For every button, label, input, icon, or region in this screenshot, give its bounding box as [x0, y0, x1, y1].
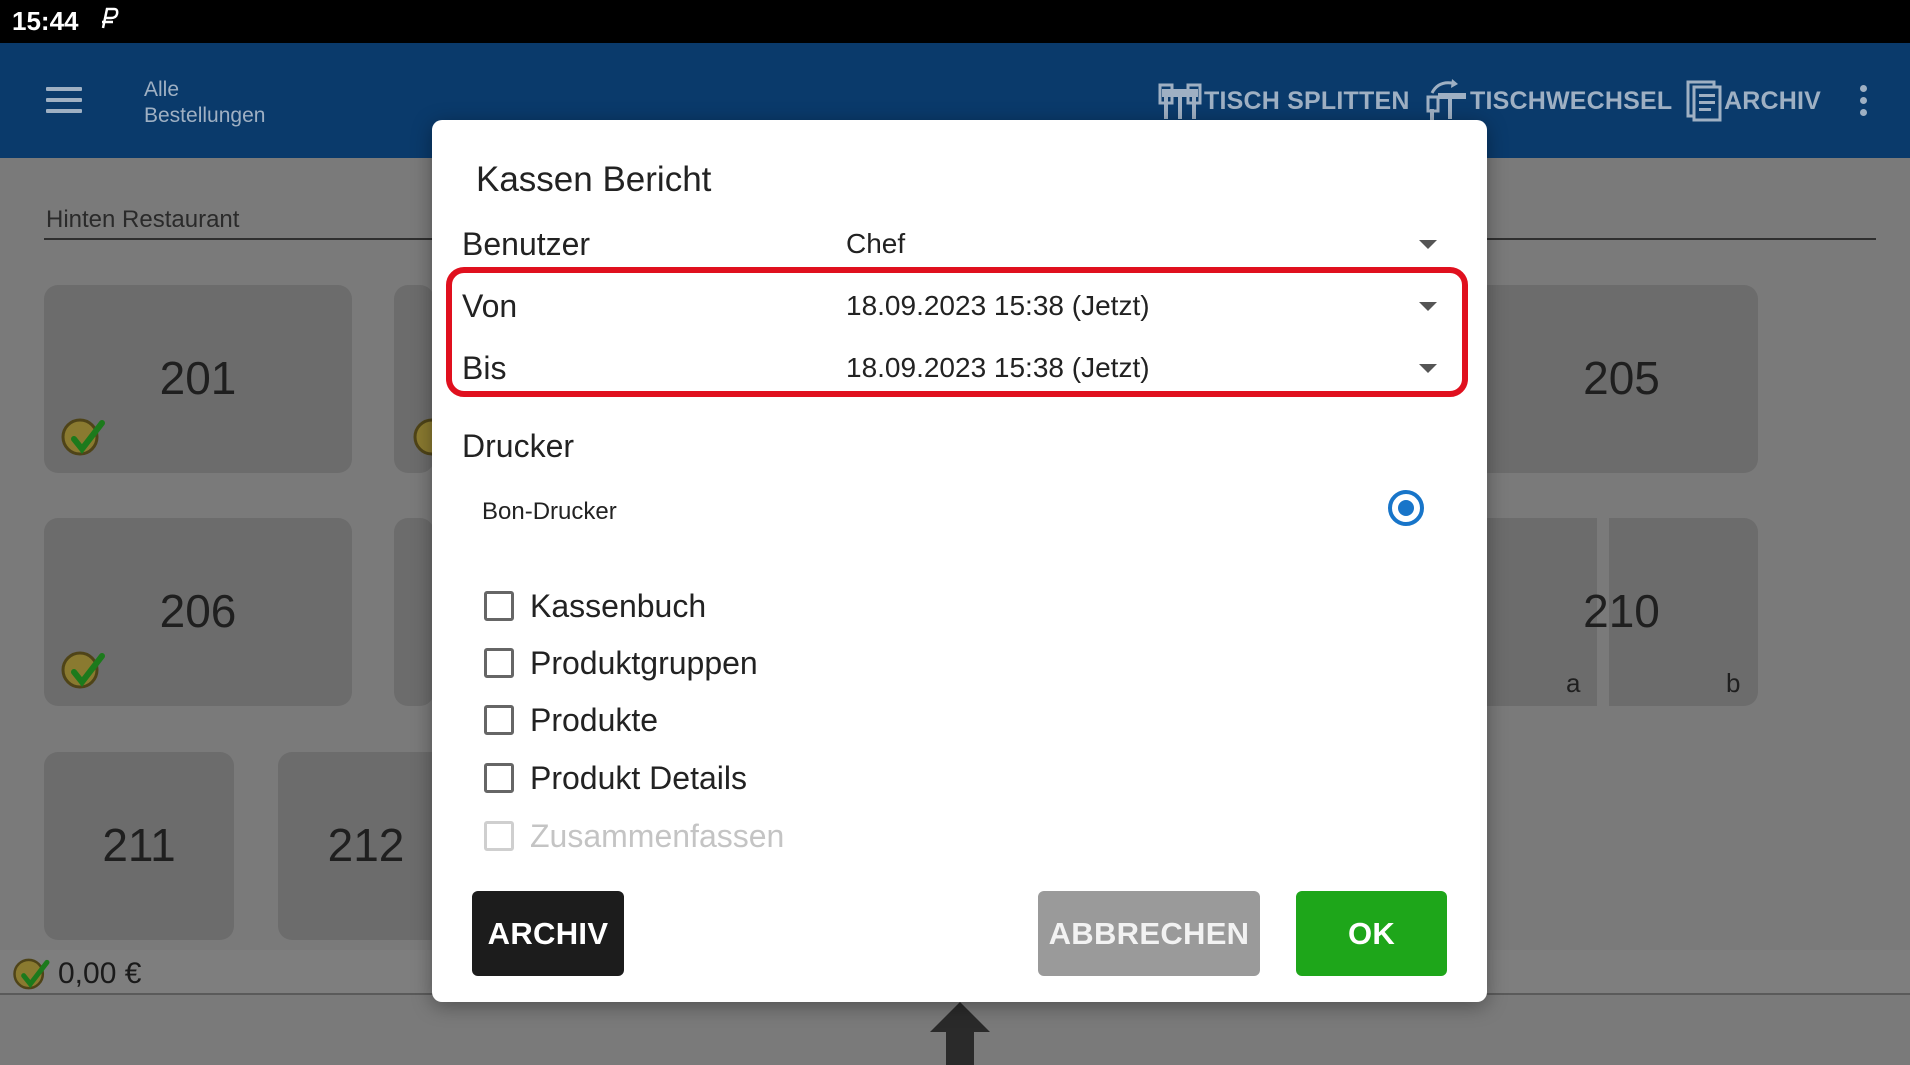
table-tile-201[interactable]: 201	[44, 285, 352, 473]
checkbox-kassenbuch[interactable]: Kassenbuch	[484, 586, 706, 626]
checkbox-produkt-details[interactable]: Produkt Details	[484, 758, 747, 798]
printer-radio[interactable]	[1388, 490, 1424, 526]
user-label: Benutzer	[462, 226, 591, 262]
checkbox-zusammenfassen: Zusammenfassen	[484, 816, 784, 856]
table-tile-212[interactable]: 212	[278, 752, 434, 940]
table-number: 206	[159, 585, 237, 637]
checkbox-box[interactable]	[484, 591, 514, 621]
area-label: Hinten Restaurant	[46, 206, 240, 233]
checkbox-box[interactable]	[484, 648, 514, 678]
overflow-menu-icon[interactable]	[1860, 85, 1870, 119]
user-value: Chef	[846, 228, 906, 259]
checkbox-box[interactable]	[484, 763, 514, 793]
archive-icon	[1686, 80, 1722, 122]
change-table-button[interactable]: TISCHWECHSEL	[1424, 77, 1672, 125]
checkbox-label: Produkte	[530, 701, 659, 738]
to-dropdown[interactable]: Bis 18.09.2023 15:38 (Jetzt)	[462, 344, 1447, 394]
from-value: 18.09.2023 15:38 (Jetzt)	[846, 290, 1150, 321]
user-dropdown[interactable]: Benutzer Chef	[462, 220, 1447, 270]
total-amount: 0,00 €	[58, 957, 142, 990]
from-dropdown[interactable]: Von 18.09.2023 15:38 (Jetzt)	[462, 282, 1447, 332]
table-tile-partial[interactable]	[394, 285, 434, 473]
table-number-210: 210	[1583, 585, 1660, 637]
checkbox-box	[484, 821, 514, 851]
paid-coin-icon	[413, 418, 434, 456]
table-sub-b: b	[1726, 668, 1741, 698]
to-value: 18.09.2023 15:38 (Jetzt)	[846, 352, 1150, 383]
chevron-down-icon	[1419, 240, 1437, 249]
split-table-button[interactable]: TISCH SPLITTEN	[1158, 77, 1410, 125]
checkbox-box[interactable]	[484, 705, 514, 735]
p-notification-icon	[99, 6, 119, 37]
table-number: 212	[327, 819, 405, 871]
checkbox-label: Kassenbuch	[530, 587, 707, 624]
chevron-down-icon	[1419, 364, 1437, 373]
table-number: 211	[102, 819, 176, 871]
chevron-down-icon	[1419, 302, 1437, 311]
split-table-label: TISCH SPLITTEN	[1204, 86, 1410, 115]
table-tile-206[interactable]: 206	[44, 518, 352, 706]
status-time: 15:44	[12, 6, 79, 36]
to-label: Bis	[462, 350, 507, 386]
cancel-button[interactable]: ABBRECHEN	[1038, 891, 1260, 976]
report-dialog: Kassen Bericht Benutzer Chef Von 18.09.2…	[432, 120, 1487, 1002]
archive-action-label: ARCHIV	[1724, 86, 1822, 115]
from-label: Von	[462, 288, 518, 324]
change-table-label: TISCHWECHSEL	[1470, 86, 1673, 115]
table-split-icon	[1158, 83, 1202, 119]
table-number: 201	[159, 352, 237, 404]
printer-option-label: Bon-Drucker	[482, 498, 617, 525]
arrow-up-icon[interactable]	[928, 1000, 992, 1065]
checkbox-label: Zusammenfassen	[530, 817, 785, 854]
archive-action-button[interactable]: ARCHIV	[1686, 77, 1821, 125]
paid-coin-icon	[61, 651, 105, 689]
paid-coin-icon	[13, 958, 50, 990]
checkbox-label: Produktgruppen	[530, 644, 758, 681]
checkbox-produktgruppen[interactable]: Produktgruppen	[484, 643, 758, 683]
checkbox-produkte[interactable]: Produkte	[484, 700, 658, 740]
dialog-title: Kassen Bericht	[476, 160, 712, 199]
status-bar: 15:44	[0, 0, 1910, 43]
table-tile-211[interactable]: 211	[44, 752, 234, 940]
table-number: 205	[1583, 352, 1660, 404]
ok-button[interactable]: OK	[1296, 891, 1447, 976]
table-tile-partial[interactable]	[394, 518, 434, 706]
archive-button[interactable]: ARCHIV	[472, 891, 624, 976]
checkbox-label: Produkt Details	[530, 759, 747, 796]
table-tile-205[interactable]: 205	[1485, 285, 1758, 473]
printer-section-title: Drucker	[462, 428, 575, 464]
table-sub-a: a	[1566, 668, 1581, 698]
table-change-icon	[1426, 79, 1466, 123]
app-title: Alle Bestellungen	[144, 78, 266, 127]
menu-icon[interactable]	[46, 87, 82, 113]
paid-coin-icon	[61, 418, 105, 456]
